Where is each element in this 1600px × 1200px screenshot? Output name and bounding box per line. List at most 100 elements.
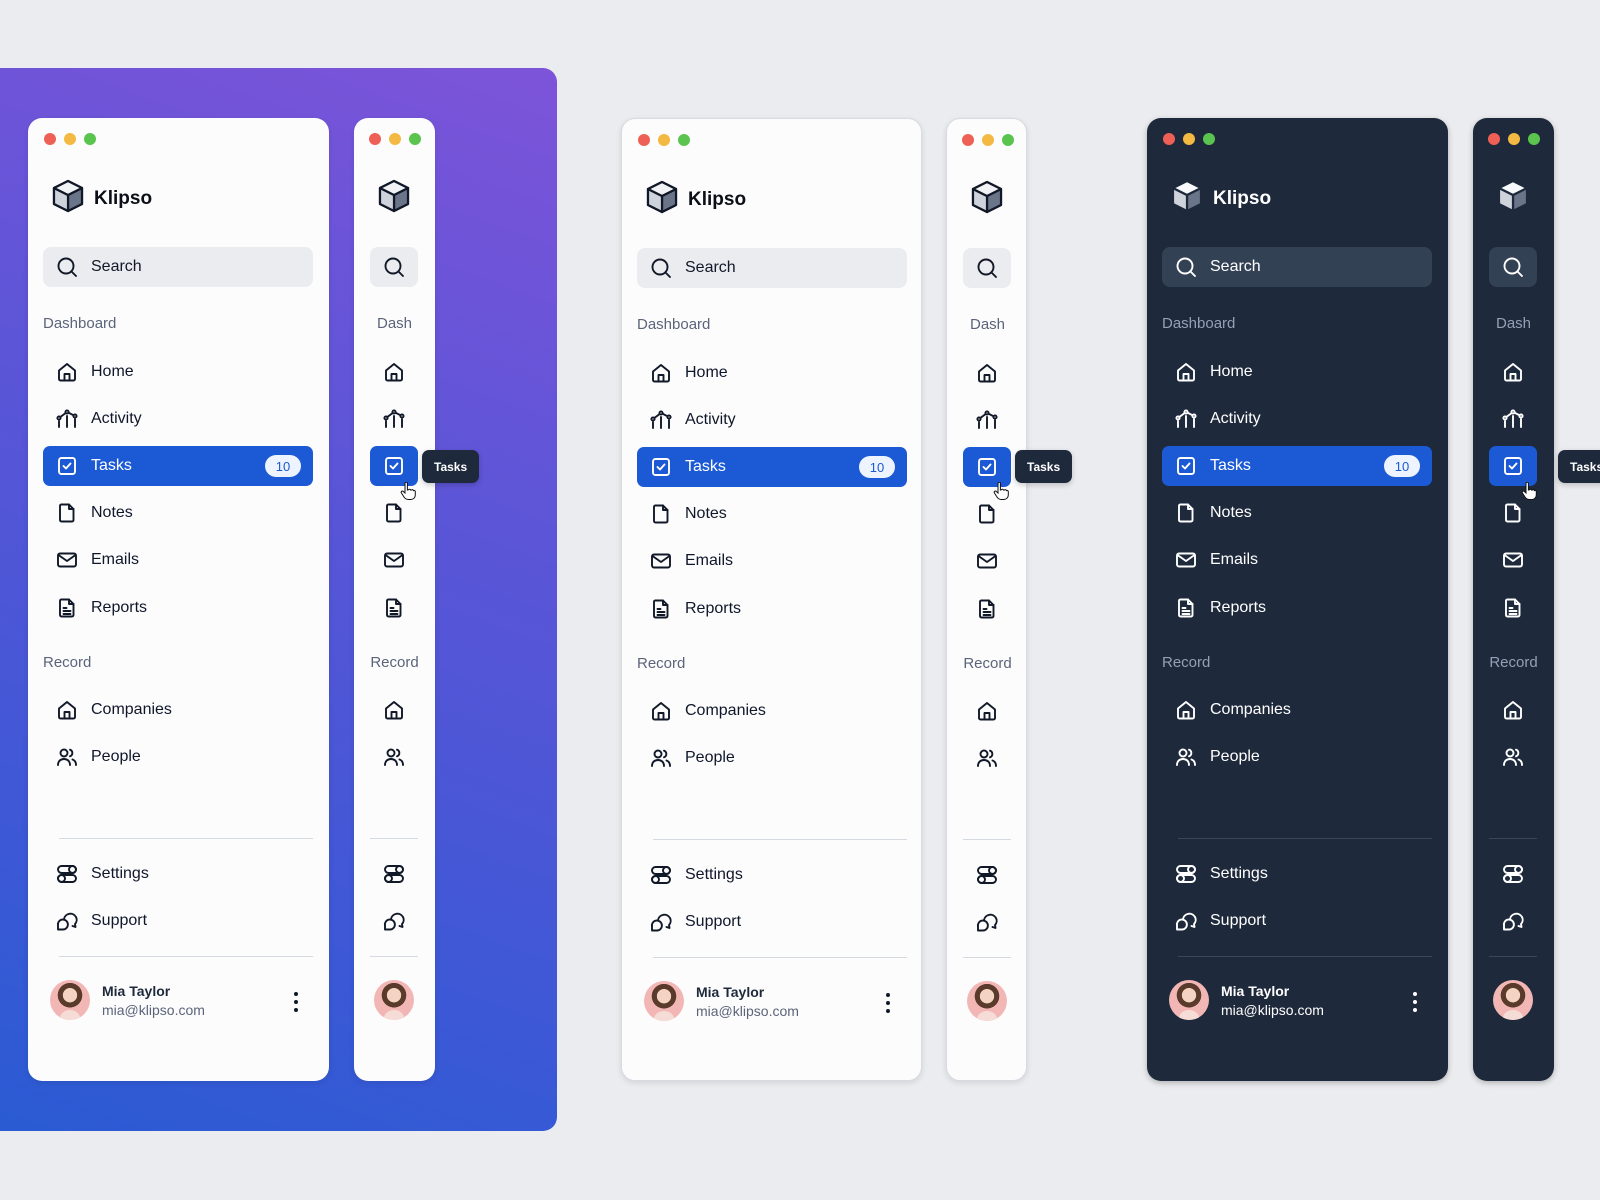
brand[interactable]: Klipso xyxy=(644,179,746,220)
more-options-icon[interactable] xyxy=(291,992,301,1012)
sidebar-item-people[interactable]: People xyxy=(637,738,907,778)
sidebar-item-home[interactable] xyxy=(370,352,418,392)
brand[interactable] xyxy=(969,179,1005,220)
search-input[interactable] xyxy=(1489,247,1537,287)
sidebar-item-activity[interactable]: Activity xyxy=(637,400,907,440)
search-input[interactable] xyxy=(963,248,1011,288)
sidebar-item-settings[interactable]: Settings xyxy=(637,855,907,895)
sidebar-item-reports[interactable] xyxy=(370,588,418,628)
sidebar-item-tasks[interactable] xyxy=(370,446,418,486)
sidebar-item-support[interactable]: Support xyxy=(637,902,907,942)
sidebar-item-people[interactable] xyxy=(370,737,418,777)
sidebar-item-companies[interactable]: Companies xyxy=(637,691,907,731)
sidebar-item-activity[interactable]: Activity xyxy=(43,399,313,439)
maximize-window-button[interactable] xyxy=(409,133,421,145)
user-profile[interactable]: Mia Taylor mia@klipso.com xyxy=(50,980,205,1020)
sidebar-item-settings[interactable] xyxy=(963,855,1011,895)
user-profile[interactable]: Mia Taylor mia@klipso.com xyxy=(1169,980,1324,1020)
maximize-window-button[interactable] xyxy=(84,133,96,145)
avatar[interactable] xyxy=(374,980,414,1020)
user-profile[interactable] xyxy=(967,981,1007,1021)
sidebar-item-companies[interactable] xyxy=(370,690,418,730)
brand[interactable]: Klipso xyxy=(1169,178,1271,219)
avatar[interactable] xyxy=(1493,980,1533,1020)
user-profile[interactable] xyxy=(1493,980,1533,1020)
sidebar-item-settings[interactable]: Settings xyxy=(43,854,313,894)
sidebar-item-activity[interactable] xyxy=(963,400,1011,440)
sidebar-item-people[interactable] xyxy=(1489,737,1537,777)
minimize-window-button[interactable] xyxy=(64,133,76,145)
sidebar-item-notes[interactable]: Notes xyxy=(1162,493,1432,533)
close-window-button[interactable] xyxy=(369,133,381,145)
sidebar-item-activity[interactable]: Activity xyxy=(1162,399,1432,439)
sidebar-item-people[interactable]: People xyxy=(1162,737,1432,777)
close-window-button[interactable] xyxy=(1488,133,1500,145)
sidebar-item-emails[interactable] xyxy=(1489,540,1537,580)
sidebar-item-reports[interactable]: Reports xyxy=(637,589,907,629)
minimize-window-button[interactable] xyxy=(658,134,670,146)
sidebar-item-emails[interactable] xyxy=(963,541,1011,581)
more-options-icon[interactable] xyxy=(883,993,893,1013)
sidebar-item-reports[interactable] xyxy=(1489,588,1537,628)
sidebar-item-support[interactable]: Support xyxy=(1162,901,1432,941)
sidebar-item-emails[interactable]: Emails xyxy=(43,540,313,580)
sidebar-item-activity[interactable] xyxy=(1489,399,1537,439)
avatar[interactable] xyxy=(1169,980,1209,1020)
minimize-window-button[interactable] xyxy=(1508,133,1520,145)
maximize-window-button[interactable] xyxy=(678,134,690,146)
user-profile[interactable]: Mia Taylor mia@klipso.com xyxy=(644,981,799,1021)
sidebar-item-notes[interactable]: Notes xyxy=(637,494,907,534)
minimize-window-button[interactable] xyxy=(1183,133,1195,145)
sidebar-item-notes[interactable]: Notes xyxy=(43,493,313,533)
sidebar-item-reports[interactable] xyxy=(963,589,1011,629)
brand[interactable]: Klipso xyxy=(50,178,152,219)
search-input[interactable]: Search xyxy=(1162,247,1432,287)
maximize-window-button[interactable] xyxy=(1002,134,1014,146)
sidebar-item-home[interactable] xyxy=(963,353,1011,393)
sidebar-item-support[interactable]: Support xyxy=(43,901,313,941)
user-profile[interactable] xyxy=(374,980,414,1020)
sidebar-item-support[interactable] xyxy=(963,902,1011,942)
sidebar-item-emails[interactable] xyxy=(370,540,418,580)
sidebar-item-emails[interactable]: Emails xyxy=(637,541,907,581)
sidebar-item-companies[interactable]: Companies xyxy=(43,690,313,730)
close-window-button[interactable] xyxy=(1163,133,1175,145)
sidebar-item-people[interactable]: People xyxy=(43,737,313,777)
avatar[interactable] xyxy=(644,981,684,1021)
search-input[interactable]: Search xyxy=(43,247,313,287)
sidebar-item-companies[interactable]: Companies xyxy=(1162,690,1432,730)
sidebar-item-tasks[interactable]: Tasks 10 xyxy=(637,447,907,487)
sidebar-item-home[interactable]: Home xyxy=(637,353,907,393)
minimize-window-button[interactable] xyxy=(389,133,401,145)
brand[interactable] xyxy=(1495,178,1531,219)
search-input[interactable]: Search xyxy=(637,248,907,288)
sidebar-item-activity[interactable] xyxy=(370,399,418,439)
sidebar-item-settings[interactable] xyxy=(370,854,418,894)
close-window-button[interactable] xyxy=(962,134,974,146)
sidebar-item-reports[interactable]: Reports xyxy=(1162,588,1432,628)
sidebar-item-tasks[interactable] xyxy=(1489,446,1537,486)
sidebar-item-reports[interactable]: Reports xyxy=(43,588,313,628)
sidebar-item-home[interactable]: Home xyxy=(43,352,313,392)
sidebar-item-support[interactable] xyxy=(370,901,418,941)
brand[interactable] xyxy=(376,178,412,219)
sidebar-item-support[interactable] xyxy=(1489,901,1537,941)
sidebar-item-settings[interactable] xyxy=(1489,854,1537,894)
sidebar-item-tasks[interactable] xyxy=(963,447,1011,487)
sidebar-item-home[interactable]: Home xyxy=(1162,352,1432,392)
close-window-button[interactable] xyxy=(44,133,56,145)
more-options-icon[interactable] xyxy=(1410,992,1420,1012)
close-window-button[interactable] xyxy=(638,134,650,146)
avatar[interactable] xyxy=(967,981,1007,1021)
search-input[interactable] xyxy=(370,247,418,287)
sidebar-item-home[interactable] xyxy=(1489,352,1537,392)
sidebar-item-emails[interactable]: Emails xyxy=(1162,540,1432,580)
maximize-window-button[interactable] xyxy=(1203,133,1215,145)
avatar[interactable] xyxy=(50,980,90,1020)
minimize-window-button[interactable] xyxy=(982,134,994,146)
sidebar-item-companies[interactable] xyxy=(1489,690,1537,730)
sidebar-item-tasks[interactable]: Tasks 10 xyxy=(1162,446,1432,486)
sidebar-item-people[interactable] xyxy=(963,738,1011,778)
maximize-window-button[interactable] xyxy=(1528,133,1540,145)
sidebar-item-tasks[interactable]: Tasks 10 xyxy=(43,446,313,486)
